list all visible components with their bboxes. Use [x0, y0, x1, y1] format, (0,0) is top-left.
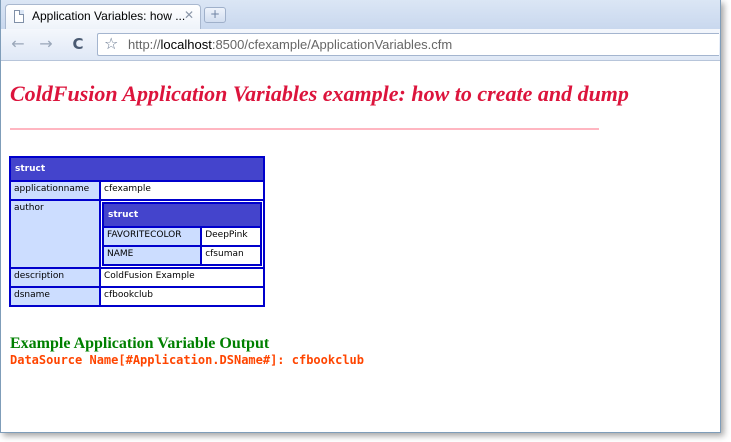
- dump-key[interactable]: author: [11, 201, 99, 267]
- forward-button[interactable]: →: [37, 35, 55, 53]
- url-scheme: http://: [128, 37, 161, 52]
- dump-row: dsname cfbookclub: [11, 288, 263, 305]
- browser-window: Application Variables: how ... ✕ + ← → C…: [0, 0, 721, 433]
- page-icon: [14, 10, 24, 23]
- url-text[interactable]: http://localhost:8500/cfexample/Applicat…: [128, 37, 452, 52]
- dump-key[interactable]: applicationname: [11, 182, 99, 199]
- dump-row: description ColdFusion Example: [11, 269, 263, 286]
- struct-dump: struct applicationname cfexample author …: [9, 156, 265, 307]
- page-title: ColdFusion Application Variables example…: [10, 81, 629, 106]
- dump-row: NAME cfsuman: [104, 247, 260, 264]
- dump-key[interactable]: NAME: [104, 247, 201, 264]
- page-content: ColdFusion Application Variables example…: [1, 61, 720, 432]
- tab-strip: Application Variables: how ... ✕ +: [1, 0, 720, 29]
- tab-application-variables[interactable]: Application Variables: how ... ✕: [5, 4, 201, 29]
- dump-row: applicationname cfexample: [11, 182, 263, 199]
- nested-struct-dump: struct FAVORITECOLOR DeepPink NAME cfsum…: [102, 202, 262, 266]
- divider: [10, 128, 599, 130]
- struct-header[interactable]: struct: [104, 204, 260, 226]
- dump-key[interactable]: dsname: [11, 288, 99, 305]
- tab-title: Application Variables: how ...: [32, 9, 186, 23]
- dump-value: cfsuman: [202, 247, 260, 264]
- url-host: localhost: [160, 37, 212, 52]
- dump-row: author struct FAVORITECOLOR DeepPink NAM…: [11, 201, 263, 267]
- star-icon[interactable]: ☆: [104, 34, 118, 53]
- output-line: DataSource Name[#Application.DSName#]: c…: [10, 353, 365, 367]
- address-bar[interactable]: ☆ http://localhost:8500/cfexample/Applic…: [97, 33, 719, 56]
- dump-value: DeepPink: [202, 228, 260, 245]
- dump-value: cfexample: [101, 182, 263, 199]
- back-button[interactable]: ←: [9, 35, 27, 53]
- close-icon[interactable]: ✕: [184, 8, 194, 22]
- output-heading: Example Application Variable Output: [10, 335, 270, 352]
- plus-icon: +: [210, 7, 221, 21]
- reload-button[interactable]: C: [69, 35, 87, 53]
- dump-value: cfbookclub: [101, 288, 263, 305]
- url-path: :8500/cfexample/ApplicationVariables.cfm: [211, 37, 453, 52]
- dump-row: FAVORITECOLOR DeepPink: [104, 228, 260, 245]
- new-tab-button[interactable]: +: [204, 7, 226, 23]
- dump-key[interactable]: FAVORITECOLOR: [104, 228, 201, 245]
- struct-header[interactable]: struct: [11, 158, 263, 180]
- browser-toolbar: ← → C ☆ http://localhost:8500/cfexample/…: [1, 29, 720, 61]
- dump-value: struct FAVORITECOLOR DeepPink NAME cfsum…: [101, 201, 263, 267]
- dump-key[interactable]: description: [11, 269, 99, 286]
- dump-value: ColdFusion Example: [101, 269, 263, 286]
